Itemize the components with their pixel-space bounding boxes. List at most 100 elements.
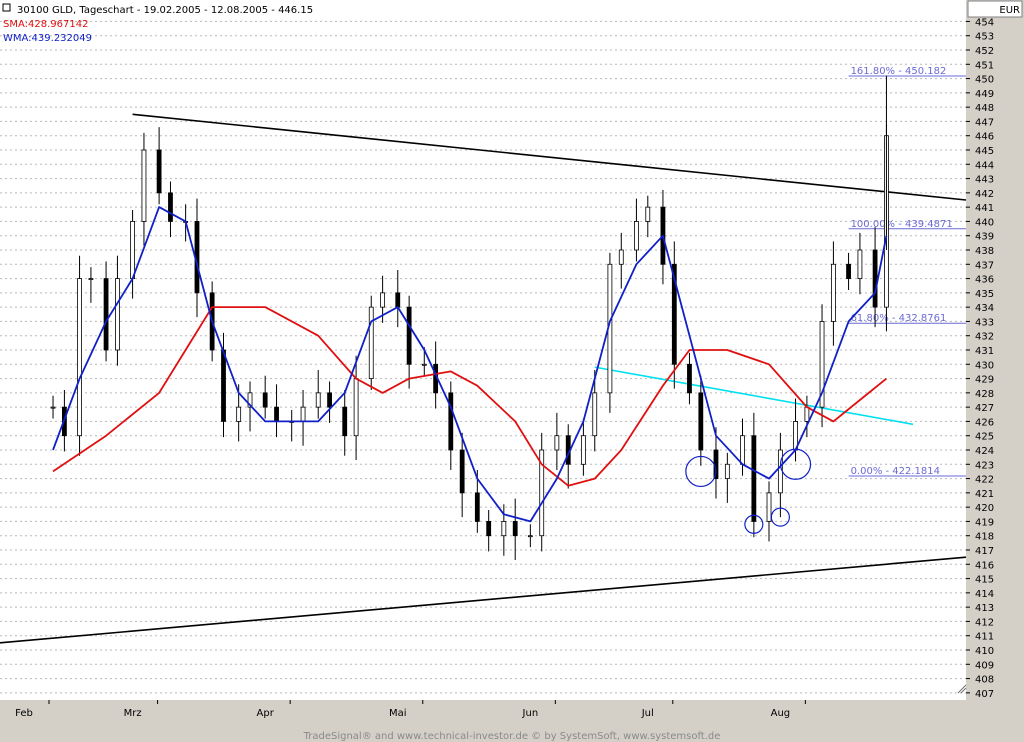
price-bar-body bbox=[857, 249, 863, 279]
y-tick-label: 431 bbox=[975, 346, 994, 357]
price-bar-body bbox=[380, 292, 386, 308]
y-tick-label: 452 bbox=[975, 46, 994, 57]
price-bar-body bbox=[353, 378, 359, 437]
y-tick-label: 435 bbox=[975, 289, 994, 300]
y-tick-label: 448 bbox=[975, 103, 994, 114]
y-tick-label: 413 bbox=[975, 603, 994, 614]
x-tick-label: Mrz bbox=[124, 708, 142, 719]
y-tick-label: 426 bbox=[975, 417, 994, 428]
y-tick-label: 422 bbox=[975, 475, 994, 486]
price-bar-body bbox=[804, 406, 810, 422]
y-tick-label: 421 bbox=[975, 489, 994, 500]
price-bar-body bbox=[698, 392, 704, 451]
price-bar-body bbox=[554, 435, 560, 451]
y-tick-label: 417 bbox=[975, 546, 994, 557]
price-bar-body bbox=[50, 406, 56, 409]
y-tick-label: 416 bbox=[975, 560, 994, 571]
y-tick-label: 441 bbox=[975, 203, 994, 214]
price-bar-body bbox=[872, 249, 878, 308]
y-tick-label: 410 bbox=[975, 646, 994, 657]
price-bar-body bbox=[156, 149, 162, 194]
y-tick-label: 419 bbox=[975, 517, 994, 528]
price-bar-body bbox=[474, 492, 480, 522]
y-tick-label: 453 bbox=[975, 32, 994, 43]
x-tick-label: Aug bbox=[771, 708, 791, 719]
price-bar-body bbox=[103, 278, 109, 351]
price-bar-body bbox=[315, 392, 321, 408]
price-bar-body bbox=[236, 406, 242, 422]
y-tick-label: 425 bbox=[975, 432, 994, 443]
y-tick-label: 436 bbox=[975, 275, 994, 286]
y-tick-label: 411 bbox=[975, 632, 994, 643]
y-tick-label: 420 bbox=[975, 503, 994, 514]
y-tick-label: 449 bbox=[975, 89, 994, 100]
price-bar-body bbox=[88, 278, 94, 280]
price-bar-body bbox=[130, 221, 135, 279]
y-tick-label: 407 bbox=[975, 689, 994, 700]
price-bar-body bbox=[115, 278, 120, 351]
y-tick-label: 444 bbox=[975, 160, 994, 171]
y-tick-label: 414 bbox=[975, 589, 994, 600]
y-tick-label: 438 bbox=[975, 246, 994, 257]
y-tick-label: 412 bbox=[975, 617, 994, 628]
price-bar-body bbox=[501, 521, 507, 537]
y-tick-label: 447 bbox=[975, 117, 994, 128]
y-tick-label: 430 bbox=[975, 360, 994, 371]
y-tick-label: 429 bbox=[975, 375, 994, 386]
price-bar-body bbox=[634, 221, 639, 251]
currency-label: EUR bbox=[999, 5, 1020, 16]
y-tick-label: 434 bbox=[975, 303, 994, 314]
y-tick-label: 440 bbox=[975, 217, 994, 228]
y-tick-label: 451 bbox=[975, 60, 994, 71]
price-bar-body bbox=[580, 435, 586, 465]
y-tick-label: 445 bbox=[975, 146, 994, 157]
price-bar-body bbox=[327, 392, 332, 408]
y-tick-label: 454 bbox=[975, 17, 994, 28]
price-bar-body bbox=[724, 463, 730, 479]
price-bar-body bbox=[421, 363, 427, 366]
price-bar-body bbox=[459, 449, 465, 494]
chart-title: 30100 GLD, Tageschart - 19.02.2005 - 12.… bbox=[17, 5, 313, 16]
y-tick-label: 433 bbox=[975, 317, 994, 328]
price-chart: 161.80% - 450.182 100.00% - 439.4871 61.80… bbox=[0, 0, 1024, 742]
wma-label: WMA:439.232049 bbox=[3, 33, 92, 44]
fib-level-label: 0.00% - 422.1814 bbox=[851, 466, 940, 477]
y-tick-label: 415 bbox=[975, 575, 994, 586]
y-tick-label: 446 bbox=[975, 132, 994, 143]
price-bar-body bbox=[448, 392, 454, 451]
price-bar-body bbox=[168, 192, 173, 222]
price-bar-body bbox=[831, 263, 836, 322]
price-bar-body bbox=[221, 349, 226, 422]
fib-level-label: 161.80% - 450.182 bbox=[851, 66, 947, 77]
price-bar-body bbox=[368, 306, 374, 379]
y-tick-label: 439 bbox=[975, 232, 994, 243]
y-tick-label: 428 bbox=[975, 389, 994, 400]
y-tick-label: 443 bbox=[975, 175, 994, 186]
y-tick-label: 442 bbox=[975, 189, 994, 200]
price-bar-body bbox=[342, 406, 348, 437]
x-tick-label: Feb bbox=[15, 708, 33, 719]
price-bar-body bbox=[751, 435, 757, 522]
price-bar-body bbox=[300, 406, 306, 422]
price-bar-body bbox=[486, 521, 492, 537]
price-bar-body bbox=[512, 521, 518, 537]
price-bar-body bbox=[77, 278, 82, 437]
price-bar-body bbox=[395, 292, 401, 308]
price-bar-body bbox=[766, 492, 772, 522]
sma-label: SMA:428.967142 bbox=[3, 19, 88, 30]
x-tick-label: Mai bbox=[389, 708, 407, 719]
y-tick-label: 423 bbox=[975, 460, 994, 471]
y-tick-label: 432 bbox=[975, 332, 994, 343]
footer-credit: TradeSignal® and www.technical-investor.… bbox=[303, 731, 721, 742]
y-tick-label: 408 bbox=[975, 675, 994, 686]
fib-level-label: 100.00% - 439.4871 bbox=[851, 219, 953, 230]
price-bar-body bbox=[592, 392, 598, 437]
price-bar-body bbox=[740, 435, 745, 465]
y-tick-label: 437 bbox=[975, 260, 994, 271]
window-icon[interactable] bbox=[2, 3, 11, 12]
price-bar-body bbox=[262, 392, 268, 408]
fib-level-label: 61.80% - 432.8761 bbox=[851, 313, 947, 324]
price-bar-body bbox=[406, 306, 412, 365]
price-bar-body bbox=[645, 206, 651, 222]
price-bar-body bbox=[274, 406, 279, 422]
